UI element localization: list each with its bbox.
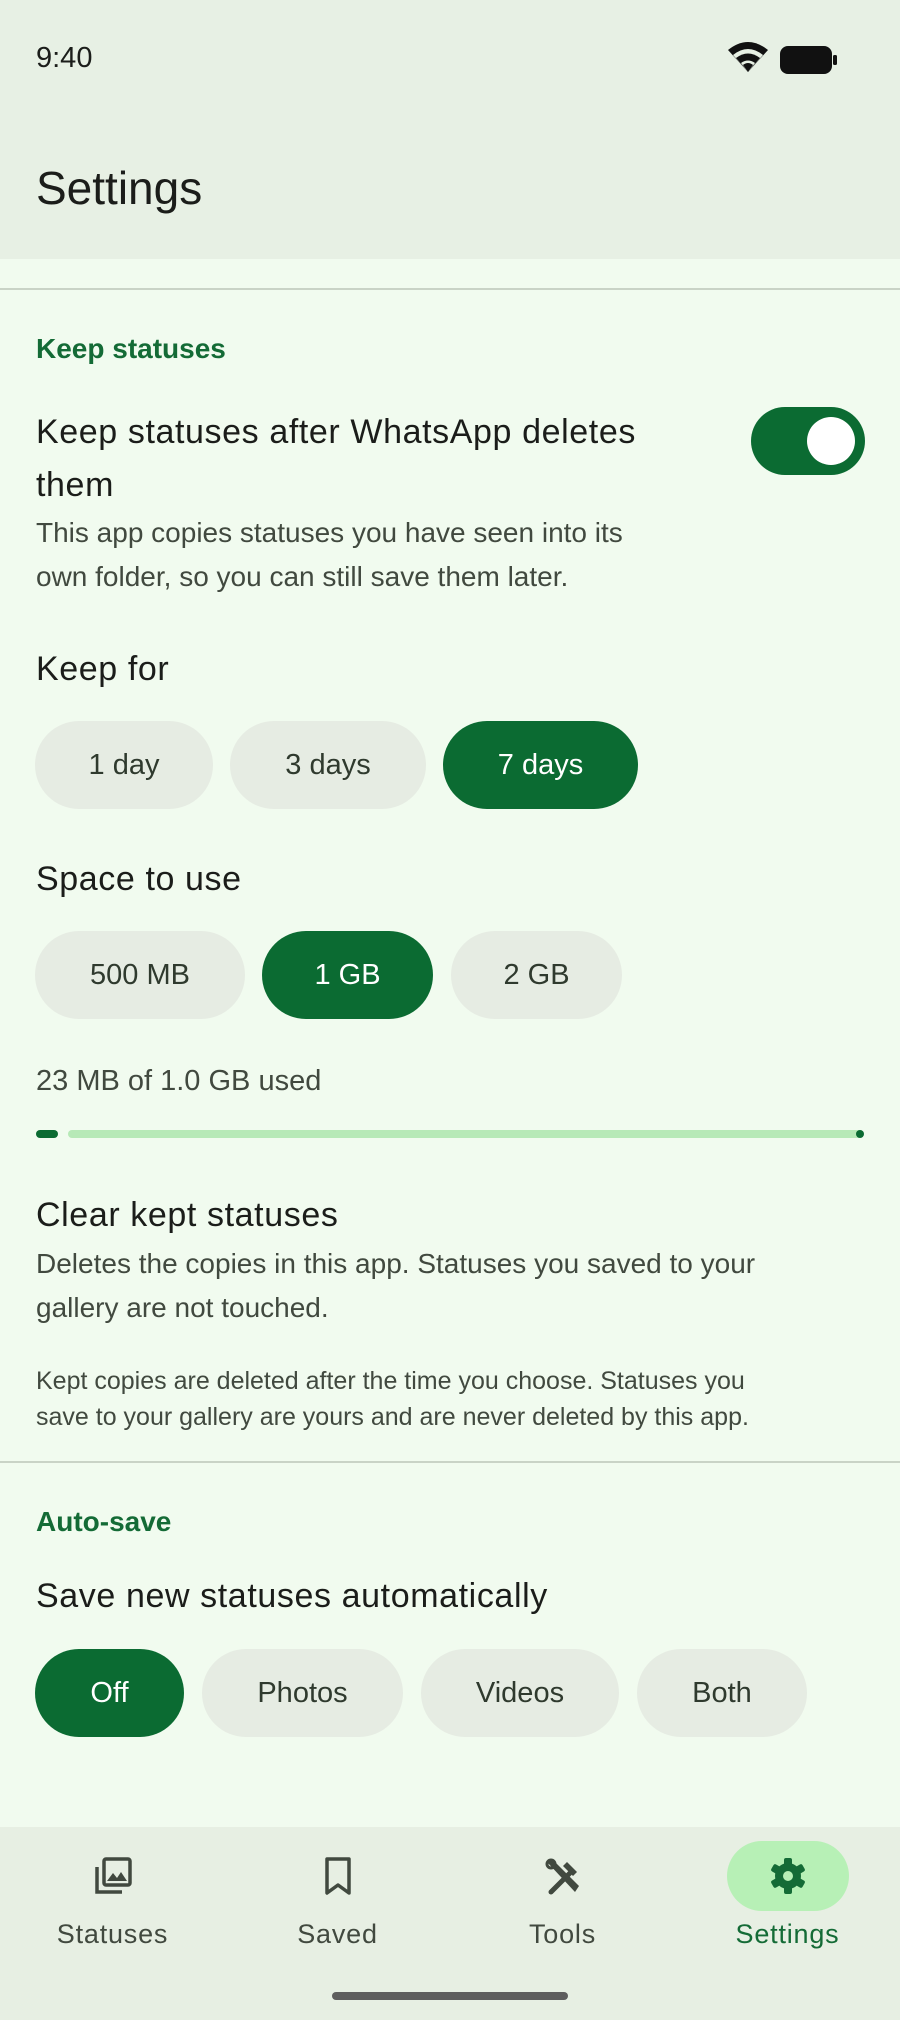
retention-note: Kept copies are deleted after the time y… [36, 1363, 866, 1435]
battery-icon [780, 46, 837, 74]
nav-label-statuses: Statuses [56, 1919, 169, 1949]
section-header-keep-statuses: Keep statuses [36, 333, 226, 364]
chip-keep-1-day[interactable]: 1 day [35, 721, 213, 809]
nav-indicator [277, 1841, 399, 1911]
clear-kept-statuses-summary: Deletes the copies in this app. Statuses… [36, 1248, 756, 1279]
wifi-icon [728, 42, 768, 72]
tools-icon [545, 1858, 579, 1895]
bookmark-icon [324, 1857, 351, 1895]
retention-note-line: save to your gallery are yours and are n… [36, 1403, 749, 1431]
nav-item-statuses[interactable]: Statuses [0, 1827, 225, 2020]
page-title: Settings [36, 162, 203, 214]
keep-statuses-toggle-title-cont: them [36, 466, 114, 504]
clear-kept-statuses-summary-cont: gallery are not touched. [36, 1292, 329, 1323]
gear-icon [770, 1858, 805, 1894]
keep-statuses-switch[interactable] [751, 407, 865, 475]
bottom-navigation: Statuses Saved Tools Settings [0, 1827, 900, 2020]
divider [0, 1461, 900, 1463]
status-time: 9:40 [36, 42, 93, 74]
chip-space-1gb[interactable]: 1 GB [262, 931, 433, 1019]
status-bar: 9:40 [0, 0, 900, 115]
nav-indicator [52, 1841, 174, 1911]
retention-note-line: Kept copies are deleted after the time y… [36, 1367, 745, 1395]
clear-kept-statuses-title: Clear kept statuses [36, 1196, 339, 1234]
chip-space-2gb[interactable]: 2 GB [451, 931, 622, 1019]
keep-for-label: Keep for [36, 650, 170, 688]
chip-keep-7-days[interactable]: 7 days [443, 721, 638, 809]
progress-fill [36, 1130, 58, 1138]
divider [0, 288, 900, 290]
nav-indicator-active [726, 1841, 849, 1911]
app-bar: Settings [0, 115, 900, 259]
nav-indicator [502, 1841, 624, 1911]
space-label: Space to use [36, 860, 242, 898]
nav-item-settings[interactable]: Settings [675, 1827, 900, 2020]
nav-label-tools: Tools [528, 1919, 597, 1949]
chip-auto-save-photos[interactable]: Photos [202, 1649, 403, 1737]
chip-keep-3-days[interactable]: 3 days [230, 721, 426, 809]
progress-track [68, 1130, 862, 1138]
section-header-auto-save: Auto-save [36, 1506, 172, 1537]
keep-statuses-toggle-title: Keep statuses after WhatsApp deletes [36, 413, 636, 451]
storage-usage-text: 23 MB of 1.0 GB used [36, 1065, 322, 1097]
chip-auto-save-both[interactable]: Both [637, 1649, 807, 1737]
nav-label-settings: Settings [735, 1919, 840, 1949]
auto-save-title: Save new statuses automatically [36, 1577, 548, 1615]
photo-library-icon [94, 1857, 132, 1894]
chip-space-500mb[interactable]: 500 MB [35, 931, 245, 1019]
chip-auto-save-off[interactable]: Off [35, 1649, 184, 1737]
switch-knob [807, 417, 855, 465]
gesture-handle [332, 1992, 568, 2000]
chip-auto-save-videos[interactable]: Videos [421, 1649, 619, 1737]
keep-statuses-toggle-summary: This app copies statuses you have seen i… [36, 517, 623, 548]
keep-statuses-toggle-summary-cont: own folder, so you can still save them l… [36, 561, 569, 592]
nav-label-saved: Saved [297, 1919, 378, 1949]
progress-stop-indicator [856, 1130, 864, 1138]
